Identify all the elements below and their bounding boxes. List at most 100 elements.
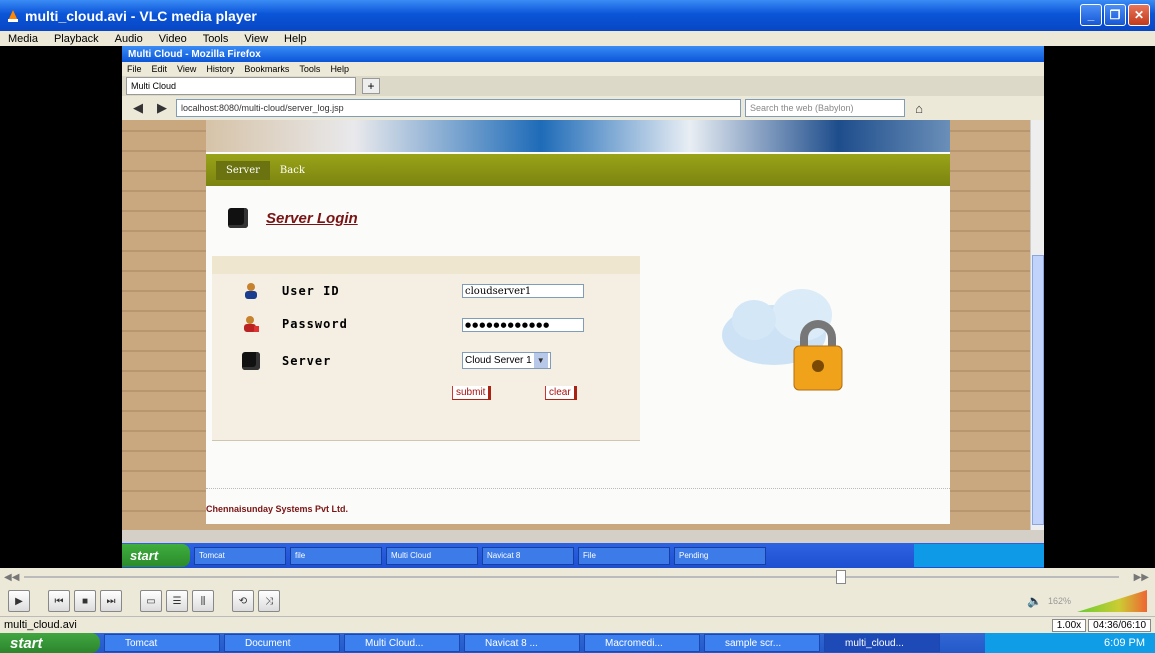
volume-control[interactable]: 🔈 162%: [1027, 590, 1147, 612]
task-tomcat[interactable]: Tomcat: [104, 634, 220, 652]
fullscreen-button[interactable]: ▭: [140, 590, 162, 612]
play-button[interactable]: ▶: [8, 590, 30, 612]
seek-bar[interactable]: ◀◀ ▶▶: [0, 568, 1155, 586]
ff-menu-history: History: [206, 64, 235, 74]
window-title: multi_cloud.avi - VLC media player: [25, 7, 257, 24]
scrollbar-thumb: [1032, 255, 1044, 525]
task-vlc[interactable]: multi_cloud...: [824, 634, 940, 652]
user-id-label: User ID: [282, 284, 340, 298]
rewind-icon[interactable]: ◀◀: [4, 572, 19, 583]
firefox-tab: Multi Cloud: [126, 77, 356, 95]
minimize-button[interactable]: _: [1080, 4, 1102, 26]
server-icon: [242, 352, 260, 370]
site-navbar: Server Back: [206, 154, 950, 186]
task-navicat[interactable]: Navicat 8 ...: [464, 634, 580, 652]
user-id-value: cloudserver1: [465, 285, 532, 297]
seek-track[interactable]: [24, 576, 1119, 578]
playback-speed[interactable]: 1.00x: [1051, 618, 1087, 632]
password-label: Password: [282, 317, 348, 331]
home-icon: ⌂: [915, 100, 923, 116]
clear-label: clear: [549, 387, 571, 398]
login-title: Server Login: [266, 209, 358, 227]
menu-view[interactable]: View: [236, 33, 276, 45]
clock: 6:09 PM: [1104, 637, 1145, 649]
menu-tools[interactable]: Tools: [195, 33, 237, 45]
login-heading: Server Login: [228, 208, 358, 228]
video-task-file: file: [290, 546, 382, 565]
playback-controls: ▶ ⏮ ■ ⏭ ▭ ☰ ⫼ ⟲ ⤨ 🔈 162%: [0, 586, 1155, 616]
ff-menu-edit: Edit: [151, 64, 168, 74]
firefox-title-bar: Multi Cloud - Mozilla Firefox: [122, 46, 1044, 62]
search-placeholder: Search the web (Babylon): [750, 103, 854, 113]
form-header-strip: [212, 256, 640, 274]
password-user-icon: [244, 316, 259, 332]
task-macromedia[interactable]: Macromedi...: [584, 634, 700, 652]
web-page: Server Back Server Login User ID cloudse…: [122, 120, 1030, 530]
time-display[interactable]: 04:36/06:10: [1088, 618, 1151, 632]
extended-settings-button[interactable]: ⫼: [192, 590, 214, 612]
copyright-text: Chennaisunday Systems Pvt Ltd.: [206, 504, 349, 514]
volume-slider[interactable]: [1077, 590, 1147, 612]
url-text: localhost:8080/multi-cloud/server_log.js…: [181, 103, 344, 113]
menu-video[interactable]: Video: [151, 33, 195, 45]
seek-handle[interactable]: [835, 570, 846, 584]
submit-label: submit: [456, 387, 486, 398]
maximize-button[interactable]: ❐: [1104, 4, 1126, 26]
task-sample-screen[interactable]: sample scr...: [704, 634, 820, 652]
tab-label: Multi Cloud: [131, 81, 177, 91]
firefox-menubar: File Edit View History Bookmarks Tools H…: [122, 62, 1044, 76]
vlc-cone-icon: [8, 9, 18, 22]
user-id-field: cloudserver1: [462, 284, 584, 298]
video-start-button: start: [122, 544, 190, 567]
menu-audio[interactable]: Audio: [107, 33, 151, 45]
footer-divider: [206, 488, 950, 490]
server-cube-icon: [228, 208, 248, 228]
firefox-navbar: ◀ ▶ localhost:8080/multi-cloud/server_lo…: [122, 96, 1044, 120]
search-bar: Search the web (Babylon): [745, 99, 905, 117]
speaker-icon[interactable]: 🔈: [1027, 594, 1042, 608]
forward-arrow-icon: ▶: [157, 100, 167, 115]
playlist-button[interactable]: ☰: [166, 590, 188, 612]
vlc-title-bar: multi_cloud.avi - VLC media player _ ❐ ✕: [0, 0, 1155, 31]
previous-button[interactable]: ⏮: [48, 590, 70, 612]
ff-menu-help: Help: [330, 64, 349, 74]
video-tray: [914, 544, 1044, 567]
nav-back: Back: [279, 164, 305, 176]
menu-help[interactable]: Help: [276, 33, 315, 45]
submit-button: submit: [452, 386, 492, 400]
loop-button[interactable]: ⟲: [232, 590, 254, 612]
firefox-window: Multi Cloud - Mozilla Firefox File Edit …: [122, 46, 1044, 568]
server-row: Server: [242, 352, 432, 370]
system-tray: 6:09 PM: [985, 633, 1155, 653]
video-task-navicat: Navicat 8: [482, 546, 574, 565]
password-field: ●●●●●●●●●●●●: [462, 318, 584, 332]
shuffle-button[interactable]: ⤨: [258, 590, 280, 612]
cloud-lock-icon: [722, 289, 843, 391]
video-task-file2: File: [578, 546, 670, 565]
close-button[interactable]: ✕: [1128, 4, 1150, 26]
fast-forward-icon[interactable]: ▶▶: [1134, 572, 1149, 583]
next-button[interactable]: ⏭: [100, 590, 122, 612]
back-arrow-icon: ◀: [133, 100, 143, 115]
video-start-label: start: [130, 548, 159, 563]
server-select: Cloud Server 1 ▼: [462, 352, 551, 369]
video-area[interactable]: Multi Cloud - Mozilla Firefox File Edit …: [0, 46, 1155, 568]
user-row: User ID: [242, 282, 432, 300]
start-label: start: [10, 634, 43, 652]
page-scrollbar: [1030, 120, 1044, 530]
menu-playback[interactable]: Playback: [46, 33, 107, 45]
firefox-title: Multi Cloud - Mozilla Firefox: [128, 48, 261, 60]
stop-button[interactable]: ■: [74, 590, 96, 612]
server-label: Server: [282, 354, 332, 368]
task-multi-cloud[interactable]: Multi Cloud...: [344, 634, 460, 652]
page-content: Server Back Server Login User ID cloudse…: [206, 120, 950, 524]
ff-menu-file: File: [127, 64, 142, 74]
menu-media[interactable]: Media: [0, 33, 46, 45]
firefox-tabbar: Multi Cloud +: [122, 76, 1044, 96]
status-bar: multi_cloud.avi 1.00x 04:36/06:10: [0, 616, 1155, 633]
url-bar: localhost:8080/multi-cloud/server_log.js…: [176, 99, 741, 117]
start-button[interactable]: start: [0, 633, 100, 653]
ff-menu-tools: Tools: [299, 64, 321, 74]
task-document[interactable]: Document: [224, 634, 340, 652]
login-form: User ID cloudserver1 Password ●●●●●●●●●●…: [212, 256, 640, 441]
